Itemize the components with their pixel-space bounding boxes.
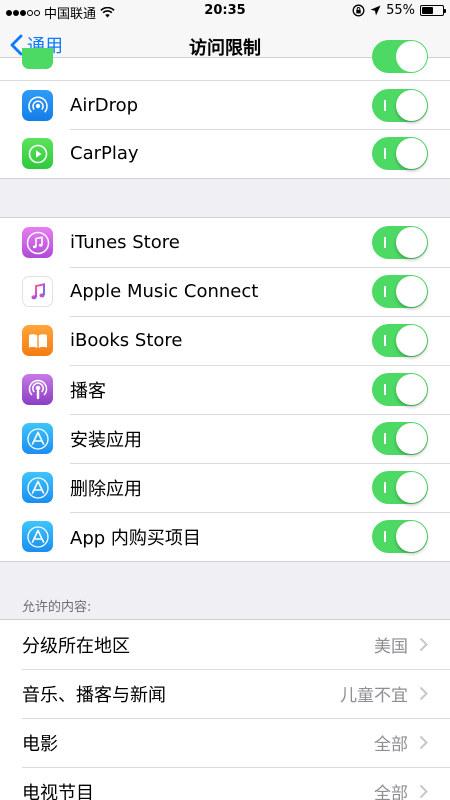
row-label: 播客 — [70, 380, 106, 402]
chevron-right-icon — [419, 686, 428, 701]
row-label: Apple Music Connect — [70, 281, 259, 302]
settings-row-itunes-store: iTunes Store — [0, 218, 450, 267]
settings-row-music-podcasts-news[interactable]: 音乐、播客与新闻 儿童不宜 — [0, 669, 450, 718]
row-label: App 内购买项目 — [70, 527, 201, 549]
row-label: 电视节目 — [22, 782, 94, 800]
row-value: 全部 — [374, 784, 408, 800]
in-app-purchases-toggle[interactable] — [372, 520, 428, 553]
delete-apps-toggle[interactable] — [372, 471, 428, 504]
chevron-right-icon — [419, 784, 428, 799]
partial-row — [0, 40, 450, 80]
settings-row-airdrop: AirDrop — [0, 80, 450, 129]
ibooks-store-toggle[interactable] — [372, 324, 428, 357]
apple-music-icon — [22, 276, 53, 307]
settings-row-ibooks-store: iBooks Store — [0, 316, 450, 365]
itunes-store-toggle[interactable] — [372, 226, 428, 259]
battery-fill — [422, 7, 433, 14]
row-label: CarPlay — [70, 143, 139, 164]
settings-row-tv-shows[interactable]: 电视节目 全部 — [0, 767, 450, 800]
row-label: 分级所在地区 — [22, 635, 130, 657]
carplay-icon — [22, 138, 53, 169]
location-arrow-icon — [370, 5, 381, 16]
settings-row-in-app-purchases: App 内购买项目 — [0, 512, 450, 561]
status-right: 55% — [352, 3, 446, 18]
settings-row-delete-apps: 删除应用 — [0, 463, 450, 512]
ibooks-icon — [22, 325, 53, 356]
row-value: 儿童不宜 — [340, 686, 408, 706]
row-label: 音乐、播客与新闻 — [22, 684, 166, 706]
status-bar: 中国联通 20:35 55% — [0, 0, 450, 22]
row-label: 安装应用 — [70, 429, 142, 451]
app-store-icon — [22, 521, 53, 552]
airdrop-toggle[interactable] — [372, 89, 428, 122]
allowed-content-group: 分级所在地区 美国 音乐、播客与新闻 儿童不宜 电影 全部 电视节目 全部 — [0, 619, 450, 800]
row-label: iBooks Store — [70, 330, 183, 351]
podcasts-icon — [22, 374, 53, 405]
apple-music-connect-toggle[interactable] — [372, 275, 428, 308]
row-value: 美国 — [374, 637, 408, 657]
settings-row-ratings-region[interactable]: 分级所在地区 美国 — [0, 620, 450, 669]
restrictions-group-1: AirDrop CarPlay — [0, 40, 450, 179]
partial-toggle[interactable] — [372, 40, 428, 73]
install-apps-toggle[interactable] — [372, 422, 428, 455]
section-header-allowed-content: 允许的内容: — [22, 600, 92, 615]
settings-row-movies[interactable]: 电影 全部 — [0, 718, 450, 767]
podcasts-toggle[interactable] — [372, 373, 428, 406]
app-store-icon — [22, 423, 53, 454]
chevron-right-icon — [419, 637, 428, 652]
row-label: AirDrop — [70, 94, 139, 116]
app-store-icon — [22, 472, 53, 503]
chevron-right-icon — [419, 735, 428, 750]
restrictions-group-2: iTunes Store Apple Music Connect iBooks … — [0, 217, 450, 562]
settings-row-apple-music-connect: Apple Music Connect — [0, 267, 450, 316]
rotation-lock-icon — [352, 4, 365, 17]
itunes-store-icon — [22, 227, 53, 258]
row-label: 电影 — [22, 733, 58, 755]
airdrop-icon — [22, 90, 53, 121]
settings-row-carplay: CarPlay — [0, 129, 450, 178]
partial-app-icon — [22, 48, 53, 69]
row-value: 全部 — [374, 735, 408, 755]
row-label: 删除应用 — [70, 478, 142, 500]
settings-row-podcasts: 播客 — [0, 365, 450, 414]
settings-row-install-apps: 安装应用 — [0, 414, 450, 463]
battery-percent: 55% — [386, 3, 415, 18]
battery-icon — [420, 5, 446, 16]
carplay-toggle[interactable] — [372, 137, 428, 170]
row-label: iTunes Store — [70, 232, 180, 253]
